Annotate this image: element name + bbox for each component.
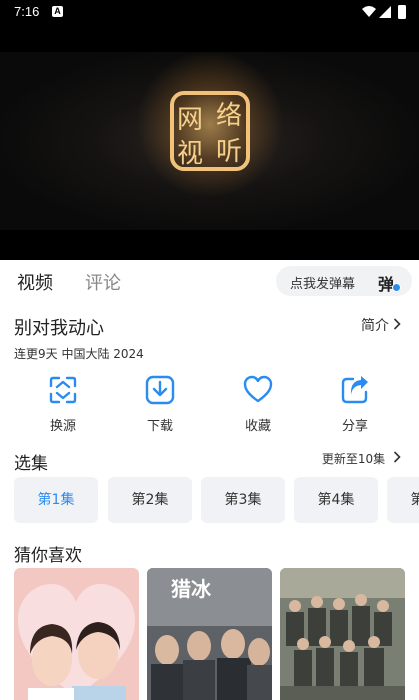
danmu-toggle-button[interactable]: 弹 [376, 268, 404, 294]
share-button[interactable]: 分享 [315, 372, 395, 434]
episode-button[interactable]: 第4集 [294, 477, 378, 523]
danmu-input[interactable]: 点我发弹幕 弹 [276, 266, 412, 296]
tab-comment[interactable]: 评论 [85, 269, 121, 295]
logo-char-4: 听 [216, 137, 242, 167]
favorite-label: 收藏 [244, 419, 271, 434]
share-label: 分享 [341, 419, 368, 434]
system-status-icons [362, 5, 406, 19]
poster-image [280, 568, 405, 700]
download-icon [145, 375, 175, 405]
danmu-placeholder: 点我发弹幕 [290, 277, 356, 292]
show-title: 别对我动心 [14, 318, 104, 339]
status-time: 7:16 [14, 4, 40, 19]
poster-image: 猎冰 [147, 568, 272, 700]
logo-char-3: 视 [177, 139, 203, 169]
episodes-more-link[interactable]: 更新至10集 [322, 450, 401, 467]
recommend-list: 猎冰 [0, 568, 419, 700]
episodes-update-label: 更新至10集 [321, 452, 386, 466]
logo-char-1: 网 [177, 105, 203, 135]
switch-source-button[interactable]: 换源 [23, 372, 103, 434]
episode-button[interactable]: 第2集 [108, 477, 192, 523]
poster-image [14, 568, 139, 700]
status-bar: 7:16 A [0, 0, 419, 24]
download-label: 下载 [146, 419, 173, 434]
chevron-right-icon [393, 451, 401, 463]
notification-icon: A [52, 6, 63, 17]
logo-char-2: 络 [216, 101, 242, 131]
favorite-button[interactable]: 收藏 [218, 372, 298, 434]
episode-list: 第1集 第2集 第3集 第4集 第5集 [0, 477, 419, 523]
poster-title-art: 猎冰 [171, 577, 212, 601]
switch-source-label: 换源 [49, 419, 76, 434]
battery-icon [398, 5, 406, 19]
recommend-poster-3[interactable] [280, 568, 405, 700]
heart-icon [243, 375, 273, 403]
video-player[interactable]: 网 络 视 听 [0, 24, 419, 260]
show-meta: 连更9天 中国大陆 2024 [14, 347, 144, 361]
intro-link[interactable]: 简介 [361, 315, 401, 335]
wifi-icon [362, 6, 376, 17]
episodes-header: 选集 [14, 454, 48, 474]
recommend-header: 猜你喜欢 [14, 546, 82, 566]
episode-button[interactable]: 第3集 [201, 477, 285, 523]
signal-icon [379, 6, 391, 18]
danmu-status-dot [392, 283, 401, 292]
chevron-right-icon [393, 318, 401, 330]
switch-source-icon [49, 376, 77, 404]
episode-button[interactable]: 第1集 [14, 477, 98, 523]
share-icon [341, 376, 368, 404]
network-av-logo: 网 络 视 听 [170, 91, 250, 171]
danmu-toggle-icon: 弹 [378, 275, 395, 294]
episode-button[interactable]: 第5集 [387, 477, 419, 523]
tab-video[interactable]: 视频 [17, 269, 53, 295]
download-button[interactable]: 下载 [120, 372, 200, 434]
intro-label: 简介 [361, 318, 389, 334]
recommend-poster-1[interactable] [14, 568, 139, 700]
action-bar: 换源 下载 收藏 分享 [0, 372, 419, 434]
tab-bar: 视频 评论 点我发弹幕 弹 [0, 260, 419, 302]
recommend-poster-2[interactable]: 猎冰 [147, 568, 272, 700]
